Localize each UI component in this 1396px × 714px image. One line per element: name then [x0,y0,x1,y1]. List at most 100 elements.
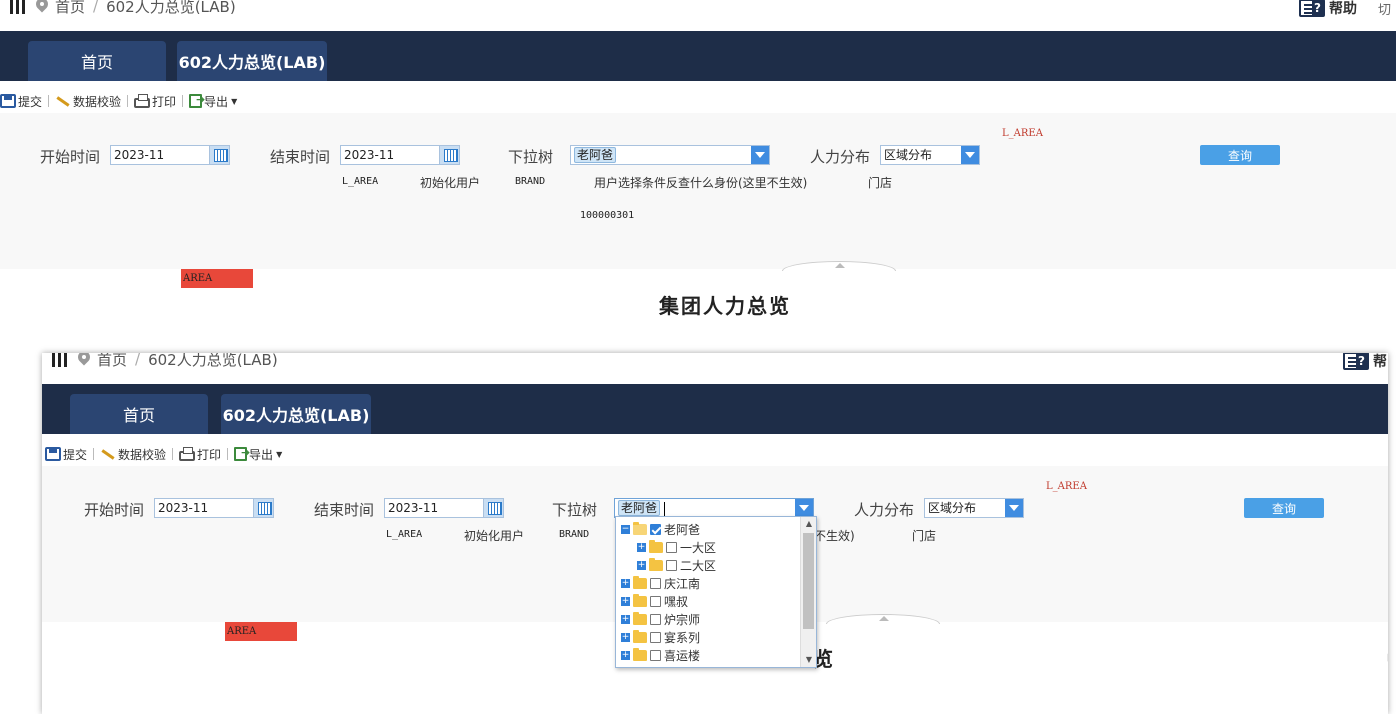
validate-icon [100,447,116,461]
breadcrumb-page: 602人力总览(LAB) [106,0,236,16]
distribution-label: 人力分布 [810,148,871,166]
tree-node-checkbox[interactable] [650,523,661,535]
validate-button[interactable]: 数据校验 [55,93,121,110]
end-time-input[interactable]: 2023-11 [340,145,460,165]
print-button[interactable]: 打印 [179,446,221,463]
submit-button[interactable]: 提交 [45,446,87,463]
tree-node-checkbox[interactable] [650,595,661,607]
tree-node-checkbox[interactable] [666,559,677,571]
menu-icon[interactable] [10,0,25,14]
dropdown-arrow-icon[interactable] [751,146,769,164]
export-button[interactable]: 导出▼ [189,93,237,110]
submit-button[interactable]: 提交 [0,93,42,110]
tree-node[interactable]: + 喜运楼 [621,646,700,664]
expand-icon[interactable]: + [621,578,630,588]
end-time-input[interactable]: 2023-11 [384,498,504,518]
help-button[interactable]: ? 帮助 [1299,0,1357,18]
toolbar-divider [172,448,174,460]
expand-icon[interactable]: + [637,560,646,570]
dropdown-arrow-icon[interactable] [795,499,813,517]
tree-dropdown[interactable]: − 老阿爸 + 一大区 + 二大区 + 庆江南 + 嘿叔 + 炉宗师 + 宴系列 + 喜运楼 ▲ ▼ [615,516,817,668]
collapse-icon[interactable]: − [621,524,630,534]
start-time-input[interactable]: 2023-11 [154,498,274,518]
export-button[interactable]: 导出▼ [234,446,282,463]
tree-node-label: 炉宗师 [664,612,701,627]
distribution-select[interactable]: 区域分布 [924,498,1024,518]
tree-node[interactable]: + 宴系列 [621,628,700,646]
tab-hr-overview[interactable]: 602人力总览(LAB) [177,41,327,81]
calendar-icon[interactable] [209,146,229,164]
scrollbar[interactable]: ▲ ▼ [800,517,816,667]
query-button[interactable]: 查询 [1244,498,1324,518]
dropdown-arrow-icon[interactable] [961,146,979,164]
query-button[interactable]: 查询 [1200,145,1280,165]
toolbar: 提交 数据校验 打印 导出▼ [0,89,1396,113]
start-time-label: 开始时间 [84,501,145,519]
tree-node[interactable]: + 嘿叔 [621,592,688,610]
expand-icon[interactable]: + [637,542,646,552]
page-title: 集团人力总览 [659,294,791,318]
scrollbar-thumb[interactable] [803,533,814,629]
expand-icon[interactable]: + [621,596,630,606]
tree-node-checkbox[interactable] [666,541,677,553]
validate-icon [55,94,71,108]
printer-icon [179,446,196,461]
collapse-panel-toggle[interactable] [782,261,896,271]
tree-node-checkbox[interactable] [650,649,661,661]
tree-node-label: 喜运楼 [664,648,701,663]
breadcrumb-home[interactable]: 首页 [97,353,127,370]
tree-node-label: 庆江南 [664,576,701,591]
tree-node-checkbox[interactable] [650,577,661,589]
collapse-panel-toggle[interactable] [826,614,940,624]
l-area-label: L_AREA [342,176,379,187]
end-time-label: 结束时间 [270,148,331,166]
validate-button[interactable]: 数据校验 [100,446,166,463]
tab-home[interactable]: 首页 [70,394,208,434]
expand-icon[interactable]: + [621,650,630,660]
background-screenshot: 首页 / 602人力总览(LAB) ? 帮助 切 首页 602人力总览(LAB)… [0,0,1396,330]
print-button[interactable]: 打印 [134,93,176,110]
calendar-icon[interactable] [483,499,503,517]
distribution-select[interactable]: 区域分布 [880,145,980,165]
breadcrumb-home[interactable]: 首页 [55,0,85,17]
tree-node[interactable]: + 一大区 [637,538,716,556]
folder-icon [649,539,663,553]
help-book-icon: ? [1299,0,1325,17]
selected-tag[interactable]: 老阿爸 [618,500,661,516]
help-button[interactable]: ? 帮 [1343,353,1387,371]
switch-link[interactable]: 切 [1378,0,1391,18]
toolbar-divider [182,95,184,107]
tree-select-label: 下拉树 [508,148,554,166]
toolbar: 提交 数据校验 打印 导出▼ [42,442,1388,466]
tree-select-input[interactable]: 老阿爸 [570,145,770,165]
start-time-input[interactable]: 2023-11 [110,145,230,165]
tree-node[interactable]: + 炉宗师 [621,610,700,628]
menu-icon[interactable] [52,353,67,367]
expand-icon[interactable]: + [621,632,630,642]
tree-node[interactable]: + 二大区 [637,556,716,574]
store-label: 门店 [912,529,937,543]
scroll-up-icon[interactable]: ▲ [801,517,816,531]
expand-icon[interactable]: + [621,614,630,624]
tree-select-input[interactable]: 老阿爸 [614,498,814,518]
scroll-down-icon[interactable]: ▼ [801,653,816,667]
tree-node-checkbox[interactable] [650,631,661,643]
location-pin-icon [35,0,49,14]
tree-node[interactable]: − 老阿爸 [621,520,700,538]
calendar-icon[interactable] [253,499,273,517]
note-label: 不生效) [814,529,855,543]
query-panel: 开始时间 2023-11 结束时间 2023-11 下拉树 老阿爸 人力分布 区… [0,113,1396,271]
tree-node[interactable]: + 庆江南 [621,574,700,592]
tab-home[interactable]: 首页 [28,41,166,81]
calendar-icon[interactable] [439,146,459,164]
breadcrumb-page: 602人力总览(LAB) [148,353,278,369]
foreground-screenshot: 首页 / 602人力总览(LAB) ? 帮 首页 602人力总览(LAB) 提交… [42,353,1388,714]
top-bar: 首页 / 602人力总览(LAB) [0,0,1396,18]
selected-tag[interactable]: 老阿爸 [574,147,617,163]
tree-node-checkbox[interactable] [650,613,661,625]
dropdown-arrow-icon[interactable] [1005,499,1023,517]
tree-node-label: 老阿爸 [664,522,701,537]
tab-hr-overview[interactable]: 602人力总览(LAB) [221,394,371,434]
chevron-down-icon: ▼ [276,449,283,459]
folder-icon [633,647,647,661]
